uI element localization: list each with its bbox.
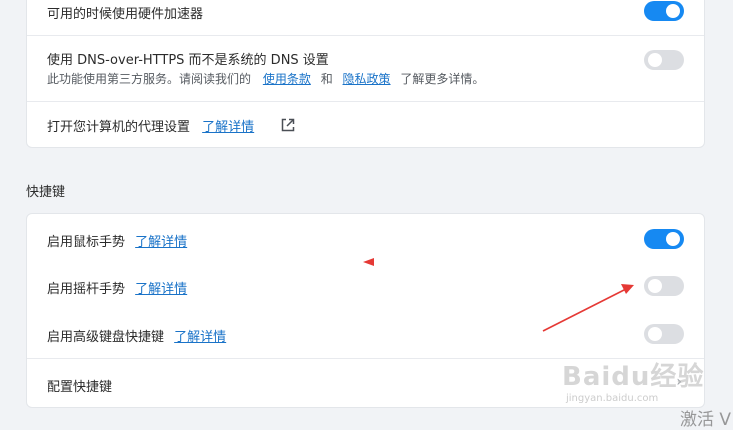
rocker-gestures-text: 启用摇杆手势 <box>47 282 126 297</box>
toggle-knob <box>666 232 680 246</box>
proxy-settings-row[interactable]: 打开您计算机的代理设置 了解详情 <box>27 102 704 149</box>
external-link-icon[interactable] <box>280 117 296 133</box>
toggle-knob <box>648 279 662 293</box>
system-settings-card: 可用的时候使用硬件加速器 使用 DNS-over-HTTPS 而不是系统的 DN… <box>26 0 705 148</box>
advanced-keyboard-shortcuts-row: 启用高级键盘快捷键 了解详情 <box>27 310 704 358</box>
rocker-gestures-label: 启用摇杆手势 了解详情 <box>47 278 187 297</box>
mouse-gestures-label: 启用鼠标手势 了解详情 <box>47 231 187 250</box>
dns-over-https-label: 使用 DNS-over-HTTPS 而不是系统的 DNS 设置 <box>47 53 329 68</box>
advanced-keyboard-shortcuts-text: 启用高级键盘快捷键 <box>47 330 165 345</box>
advanced-keyboard-shortcuts-label: 启用高级键盘快捷键 了解详情 <box>47 326 226 345</box>
rocker-gestures-toggle[interactable] <box>644 276 684 296</box>
dns-description-prefix: 此功能使用第三方服务。请阅读我们的 <box>47 72 252 86</box>
shortcuts-section-title: 快捷键 <box>26 185 66 200</box>
rocker-gestures-row: 启用摇杆手势 了解详情 <box>27 262 704 310</box>
windows-activation-text: 激活 V <box>680 410 732 430</box>
hardware-acceleration-toggle[interactable] <box>644 1 684 21</box>
toggle-knob <box>648 327 662 341</box>
dns-over-https-row: 使用 DNS-over-HTTPS 而不是系统的 DNS 设置 此功能使用第三方… <box>27 36 704 100</box>
terms-of-use-link[interactable]: 使用条款 <box>263 72 311 86</box>
dns-over-https-description: 此功能使用第三方服务。请阅读我们的 使用条款 和 隐私政策 了解更多详情。 <box>47 70 484 87</box>
and-text: 和 <box>320 72 333 86</box>
configure-shortcuts-label: 配置快捷键 <box>47 380 113 395</box>
proxy-settings-label: 打开您计算机的代理设置 了解详情 <box>47 116 254 135</box>
dns-description-suffix: 了解更多详情。 <box>400 72 485 86</box>
toggle-knob <box>666 4 680 18</box>
baidu-watermark-url: jingyan.baidu.com <box>566 393 659 404</box>
proxy-learn-more-link[interactable]: 了解详情 <box>202 120 254 135</box>
privacy-policy-link[interactable]: 隐私政策 <box>343 72 391 86</box>
baidu-watermark: Baidu经验 <box>562 362 705 392</box>
mouse-gestures-row: 启用鼠标手势 了解详情 <box>27 214 704 262</box>
toggle-knob <box>648 53 662 67</box>
mouse-gestures-text: 启用鼠标手势 <box>47 235 126 250</box>
hardware-acceleration-row: 可用的时候使用硬件加速器 <box>27 0 704 35</box>
advanced-keyboard-learn-more-link[interactable]: 了解详情 <box>174 330 226 345</box>
rocker-gestures-learn-more-link[interactable]: 了解详情 <box>135 282 187 297</box>
proxy-settings-text: 打开您计算机的代理设置 <box>47 120 191 135</box>
advanced-keyboard-shortcuts-toggle[interactable] <box>644 324 684 344</box>
mouse-gestures-toggle[interactable] <box>644 229 684 249</box>
mouse-gestures-learn-more-link[interactable]: 了解详情 <box>135 235 187 250</box>
dns-over-https-toggle[interactable] <box>644 50 684 70</box>
hardware-acceleration-label: 可用的时候使用硬件加速器 <box>47 7 204 22</box>
